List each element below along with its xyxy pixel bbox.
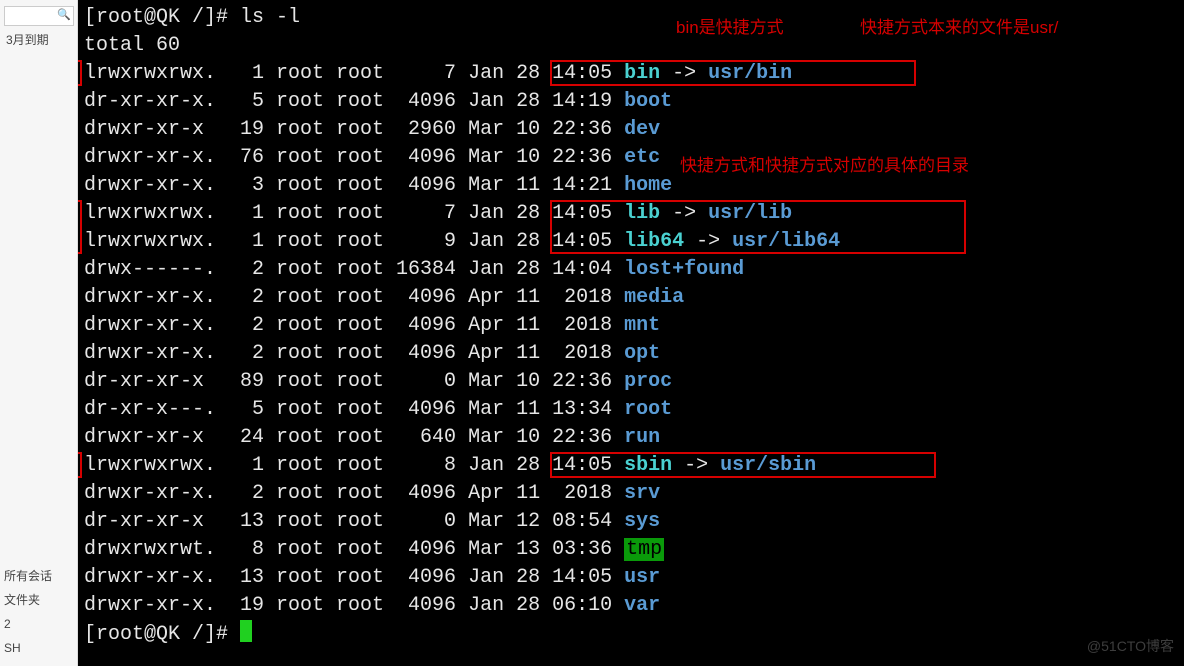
ls-row: drwx------. 2 root root 16384 Jan 28 14:…	[84, 256, 1184, 284]
ls-row: drwxr-xr-x. 3 root root 4096 Mar 11 14:2…	[84, 172, 1184, 200]
ls-row: drwxr-xr-x. 2 root root 4096 Apr 11 2018…	[84, 480, 1184, 508]
sidebar-top-item[interactable]: 3月到期	[2, 28, 75, 52]
prompt-line: [root@QK /]# ls -l	[84, 4, 1184, 32]
ls-row: drwxr-xr-x. 2 root root 4096 Apr 11 2018…	[84, 312, 1184, 340]
sidebar-item-sessions[interactable]: 所有会话	[0, 564, 77, 588]
ls-row: drwxr-xr-x. 19 root root 4096 Jan 28 06:…	[84, 592, 1184, 620]
ls-row: lrwxrwxrwx. 1 root root 8 Jan 28 14:05 s…	[84, 452, 1184, 480]
ls-row: lrwxrwxrwx. 1 root root 7 Jan 28 14:05 b…	[84, 60, 1184, 88]
sidebar-bottom: 所有会话 文件夹 2 SH	[0, 564, 77, 666]
ls-row: lrwxrwxrwx. 1 root root 7 Jan 28 14:05 l…	[84, 200, 1184, 228]
ls-row: drwxr-xr-x. 2 root root 4096 Apr 11 2018…	[84, 284, 1184, 312]
highlight-box-l-bin	[78, 60, 82, 86]
sidebar-item-folder[interactable]: 文件夹	[0, 588, 77, 612]
cursor	[240, 620, 252, 642]
terminal[interactable]: [root@QK /]# ls -ltotal 60lrwxrwxrwx. 1 …	[78, 0, 1184, 666]
ls-row: drwxr-xr-x. 13 root root 4096 Jan 28 14:…	[84, 564, 1184, 592]
ls-row: lrwxrwxrwx. 1 root root 9 Jan 28 14:05 l…	[84, 228, 1184, 256]
ls-row: drwxr-xr-x 19 root root 2960 Mar 10 22:3…	[84, 116, 1184, 144]
ls-row: dr-xr-x---. 5 root root 4096 Mar 11 13:3…	[84, 396, 1184, 424]
ls-row: dr-xr-xr-x. 5 root root 4096 Jan 28 14:1…	[84, 88, 1184, 116]
search-input[interactable]	[4, 6, 74, 26]
total-line: total 60	[84, 32, 1184, 60]
ls-row: drwxrwxrwt. 8 root root 4096 Mar 13 03:3…	[84, 536, 1184, 564]
ls-row: dr-xr-xr-x 13 root root 0 Mar 12 08:54 s…	[84, 508, 1184, 536]
ls-row: dr-xr-xr-x 89 root root 0 Mar 10 22:36 p…	[84, 368, 1184, 396]
watermark: @51CTO博客	[1087, 632, 1174, 660]
sidebar-top: 3月到期	[0, 0, 77, 56]
sidebar: 3月到期 所有会话 文件夹 2 SH	[0, 0, 78, 666]
sidebar-item-2[interactable]: 2	[0, 612, 77, 636]
prompt-line: [root@QK /]#	[84, 620, 1184, 649]
highlight-box-l-sbin	[78, 452, 82, 478]
sidebar-item-sh[interactable]: SH	[0, 636, 77, 660]
ls-row: drwxr-xr-x 24 root root 640 Mar 10 22:36…	[84, 424, 1184, 452]
ls-row: drwxr-xr-x. 76 root root 4096 Mar 10 22:…	[84, 144, 1184, 172]
highlight-box-l-lib	[78, 200, 82, 254]
ls-row: drwxr-xr-x. 2 root root 4096 Apr 11 2018…	[84, 340, 1184, 368]
